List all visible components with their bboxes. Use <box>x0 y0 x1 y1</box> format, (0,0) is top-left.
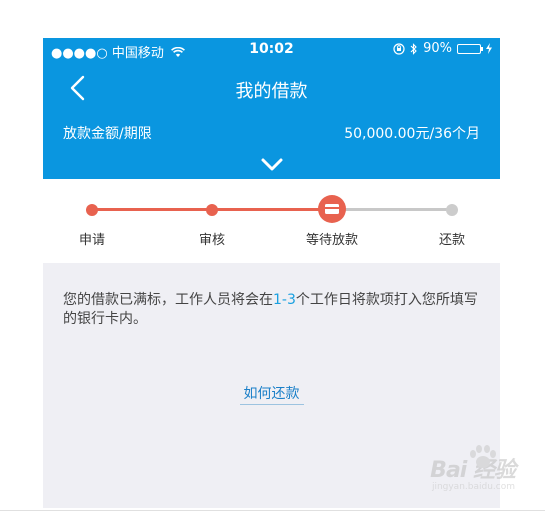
battery-icon <box>457 43 483 54</box>
watermark-url: jingyan.baidu.com <box>431 482 515 492</box>
baidu-paw-icon <box>470 445 497 468</box>
howto-container: 如何还款 <box>43 383 500 405</box>
notice-highlight-days: 1-3 <box>273 292 296 308</box>
card-icon <box>325 204 339 214</box>
loan-value: 50,000.00元/36个月 <box>344 126 480 142</box>
step-label-waiting: 等待放款 <box>305 233 358 248</box>
step-current-marker <box>318 195 346 223</box>
orientation-lock-icon <box>393 42 405 55</box>
status-right: 90% <box>393 41 492 56</box>
step-dot-apply <box>86 203 98 216</box>
how-to-repay-link[interactable]: 如何还款 <box>239 386 304 405</box>
step-label-review: 审核 <box>198 233 225 248</box>
status-bar: ●●●●○ 中国移动 10:02 90% <box>43 38 500 62</box>
chevron-down-icon[interactable] <box>258 156 286 174</box>
watermark: Bai 经验 jingyan.baidu.com <box>430 445 516 492</box>
phone-screen: ●●●●○ 中国移动 10:02 90% 我的借款 放款金额/期限 50,000… <box>43 38 500 508</box>
nav-bar: 我的借款 <box>43 68 500 108</box>
step-label-apply: 申请 <box>78 233 105 248</box>
progress-track-pending <box>332 208 452 211</box>
loan-label: 放款金额/期限 <box>63 126 152 142</box>
page-title: 我的借款 <box>235 81 308 102</box>
notice-text: 您的借款已满标，工作人员将会在1-3个工作日将款项打入您所填写的银行卡内。 <box>63 292 478 327</box>
progress-steps: 申请 审核 等待放款 还款 <box>43 179 500 263</box>
bluetooth-icon <box>410 42 417 55</box>
bottom-divider <box>0 510 545 511</box>
header: ●●●●○ 中国移动 10:02 90% 我的借款 放款金额/期限 50,000… <box>43 38 500 179</box>
charging-icon <box>486 43 492 54</box>
step-dot-repay <box>446 203 458 216</box>
step-label-repay: 还款 <box>438 233 465 248</box>
battery-percent: 90% <box>423 41 452 56</box>
step-dot-review <box>206 203 218 216</box>
